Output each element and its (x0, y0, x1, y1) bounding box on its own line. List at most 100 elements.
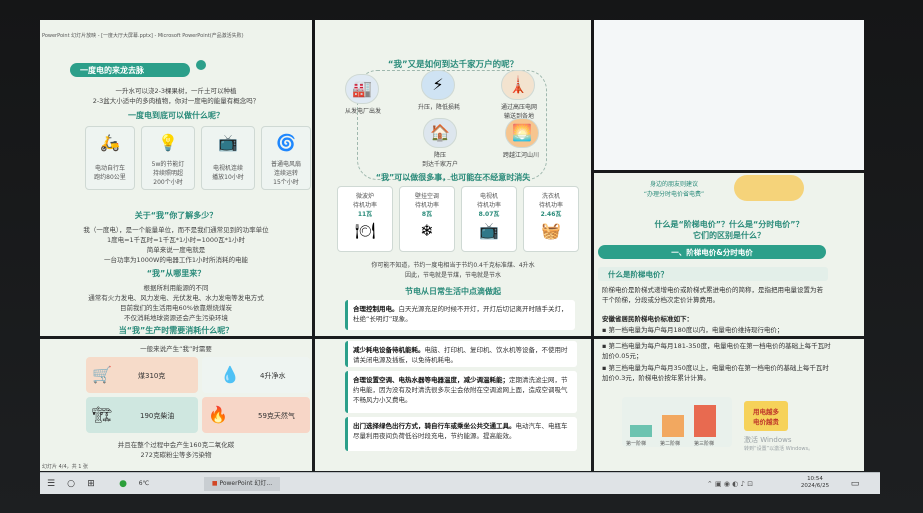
resource-coal: 🛒 煤310克 (86, 357, 198, 393)
standby-label: 壁挂空调 待机功率 (414, 193, 439, 209)
standby-value: 8.07瓦 (478, 211, 500, 218)
panel-slide1-bottom: 一般来说产生“我”时需要 🛒 煤310克 💧 4升净水 🏗 190克柴油 🔥 59克天然… (40, 339, 312, 471)
question-difference: 它们的区别是什么？ (693, 231, 765, 240)
use-card-lamp: 💡 5w的节能灯 持续照明超 200个小时 (141, 126, 195, 190)
flow-step-tower: 🗼 (501, 70, 535, 100)
microwave-icon: 🍽 (354, 221, 376, 240)
source-line: 不仅消耗地球资源还会产生污染环境 (124, 314, 228, 322)
section-header: 一、阶梯电价&分时电价 (598, 245, 826, 259)
app-label: PowerPoint 幻灯... (219, 480, 273, 487)
flow-label: 从发电厂出发 (344, 108, 381, 115)
standard-title: 安徽省居民阶梯电价标准如下： (602, 315, 693, 323)
question-tiered-time: 什么是“阶梯电价”？什么是“分时电价”？ (654, 220, 804, 229)
caption-2: “办理分时电价省电费” (643, 191, 705, 198)
tier-bar-label: 第二阶梯 (660, 441, 681, 447)
source-line: 根据所利用能源的不同 (143, 284, 209, 292)
panel-slide3-top-blank (594, 20, 864, 170)
oil-rig-icon: 🏗 (92, 405, 113, 424)
aircon-icon: ❄ (420, 221, 434, 240)
tier-2: ▪ 第二档电量为每户每月181-350度，电量电价在第一档电价的基础上每千瓦时加… (602, 342, 831, 360)
tier-bar-chart: 第一阶梯 第二阶梯 第三阶梯 (622, 397, 732, 447)
tip-3: 合理设置空调、电热水器等电器温度，减少调温耗能；定期清洗滤尘网，节约电能，因为没… (345, 371, 577, 413)
fan-icon: 🌀 (276, 133, 296, 152)
video-wall-photo: PowerPoint 幻灯片放映 - [一度大厅大屏幕.pptx] - Micr… (0, 0, 923, 513)
tip-2: 减少耗电设备待机能耗。电脑、打印机、复印机、饮水机等设备，不使用时请关闭电源及插… (345, 341, 577, 367)
use-label: 电动自行车 跑约80公里 (94, 165, 126, 181)
use-card-scooter: 🛵 电动自行车 跑约80公里 (85, 126, 135, 190)
flow-step-household: 🏠 (423, 118, 457, 148)
intro-line-2: 2-3盆大小适中的多肉植物，你对一度电的能量有概念吗？ (92, 97, 260, 105)
flow-step-transformer: ⚡ (421, 70, 455, 100)
slide2-title: “我”又是如何到达千家万户的呢？ (387, 60, 519, 70)
standby-value: 11瓦 (357, 211, 373, 218)
tip-head: 出门选择绿色出行方式，骑自行车或乘坐公共交通工具。 (353, 422, 516, 430)
question-what-can-do: 一度电到底可以做什么呢？ (128, 111, 224, 120)
about-line: 简单来说一度电就是 (146, 246, 206, 254)
taskbar-app-powerpoint[interactable]: ■ PowerPoint 幻灯... (204, 477, 280, 491)
weather-widget[interactable]: 6℃ (134, 477, 154, 491)
panel-slide2-top: “我”又是如何到达千家万户的呢？ 🏭 从发电厂出发 ⚡ 升压，降低损耗 🗼 通过… (315, 20, 591, 336)
clock[interactable]: 10:54 2024/6/25 (792, 476, 838, 490)
window-title: PowerPoint 幻灯片放映 - [一度大厅大屏幕.pptx] - Micr… (42, 33, 244, 39)
lamp-icon: 💡 (158, 133, 178, 152)
activation-watermark: 激活 Windows (744, 436, 792, 444)
standby-card-tv: 电视机 待机功率 8.07瓦 📺 (461, 186, 517, 252)
tier-text: 第一档电量为每户每月180度以内，电量电价维持现行电价； (608, 326, 784, 334)
tier-text: 第三档电量为每户每月350度以上，电量电价在第一档电价的基础上每千瓦时加价0.3… (602, 364, 829, 382)
tip-1: 合理控制用电。白天光源充足的时候不开灯，开灯后切记离开时随手关灯，杜绝“长明灯”… (345, 300, 575, 330)
about-line: 一台功率为1000W的电器工作1小时所消耗的电能 (103, 256, 249, 264)
flow-label: 跨越江河山川 (502, 152, 539, 159)
notification-icon[interactable]: ▭ (848, 477, 862, 491)
transformer-icon: ⚡ (432, 75, 444, 94)
badge-line-2: 电价越贵 (753, 418, 779, 426)
tray-icons[interactable]: ⌃ ▣ ◉ ◐ ♪ ⊡ (680, 477, 780, 491)
use-card-tv: 📺 电视机连续 播放10小时 (201, 126, 255, 190)
task-view-icon[interactable]: ⊞ (84, 477, 98, 491)
tier-3: ▪ 第三档电量为每户每月350度以上，电量电价在第一档电价的基础上每千瓦时加价0… (602, 364, 829, 382)
power-plant-icon: 🏭 (352, 79, 372, 98)
outro-line-1: 并且在整个过程中会产生160克二氧化碳 (117, 441, 235, 449)
intro-line-1: 一升水可以浇2-3棵果树，一斤土可以种植 (115, 87, 237, 95)
tip-4: 出门选择绿色出行方式，骑自行车或乘坐公共交通工具。电动汽车、电瓶车尽量利用夜间负… (345, 417, 577, 451)
about-line: 1度电=1千瓦时=1千瓦*1小时=1000瓦*1小时 (106, 236, 246, 244)
water-drop-icon: 💧 (220, 365, 240, 384)
tv-icon: 📺 (479, 221, 499, 240)
tier-bar-2 (662, 415, 684, 437)
standby-note-1: 你可能不知道，节约一度电相当于节约0.4千克标准煤、4升水 (371, 262, 535, 269)
resource-water: 💧 4升净水 (202, 357, 310, 393)
clock-time: 10:54 (807, 476, 823, 482)
consume-intro: 一般来说产生“我”时需要 (140, 345, 212, 353)
standby-label: 洗衣机 待机功率 (538, 193, 563, 209)
laptop-illustration (734, 175, 804, 201)
resource-diesel: 🏗 190克柴油 (86, 397, 198, 433)
question-standby: “我”可以做很多事，也可能在不经意时消失 (375, 173, 531, 182)
use-card-fan: 🌀 普通电风扇 连续运转 15个小时 (261, 126, 311, 190)
scooter-icon: 🛵 (100, 133, 120, 152)
flow-label: 升压，降低损耗 (417, 104, 460, 111)
standby-value: 2.46瓦 (540, 211, 562, 218)
start-icon[interactable]: ☰ (44, 477, 58, 491)
household-icon: 🏠 (430, 123, 450, 142)
washer-icon: 🧺 (541, 221, 561, 240)
source-line: 目前我们的生活用电60%依靠燃烧煤炭 (120, 304, 232, 312)
tier-bar-1 (630, 425, 652, 437)
panel-slide2-bottom: 减少耗电设备待机能耗。电脑、打印机、复印机、饮水机等设备，不使用时请关闭电源及插… (315, 339, 591, 471)
standby-card-aircon: 壁挂空调 待机功率 8瓦 ❄ (399, 186, 455, 252)
app-icon[interactable]: ● (116, 477, 130, 491)
question-consume: 当“我”生产时需要消耗什么呢？ (118, 326, 234, 335)
resource-gas: 🔥 59克天然气 (202, 397, 310, 433)
slide1-title: 一度电的来龙去脉 (70, 63, 190, 77)
standby-note-2: 因此，节电就是节煤，节电就是节水 (404, 272, 501, 279)
tier-bar-3 (694, 405, 716, 437)
flow-step-river: 🌅 (505, 118, 539, 148)
powerpoint-icon: ■ (211, 480, 218, 487)
standby-card-microwave: 微波炉 待机功率 11瓦 🍽 (337, 186, 393, 252)
resource-label: 190克柴油 (140, 412, 175, 420)
panel-slide1-top: PowerPoint 幻灯片放映 - [一度大厅大屏幕.pptx] - Micr… (40, 20, 312, 336)
question-what-tiered: 什么是阶梯电价？ (598, 267, 828, 281)
badge-line-1: 用电越多 (753, 408, 779, 416)
tier-bar-label: 第三阶梯 (694, 441, 715, 447)
panel-slide3-mid: 身边的朋友则建议 “办理分时电价省电费” 什么是“阶梯电价”？什么是“分时电价”… (594, 173, 864, 336)
search-icon[interactable]: ○ (64, 477, 78, 491)
tier-1: ▪ 第一档电量为每户每月180度以内，电量电价维持现行电价； (602, 326, 784, 334)
